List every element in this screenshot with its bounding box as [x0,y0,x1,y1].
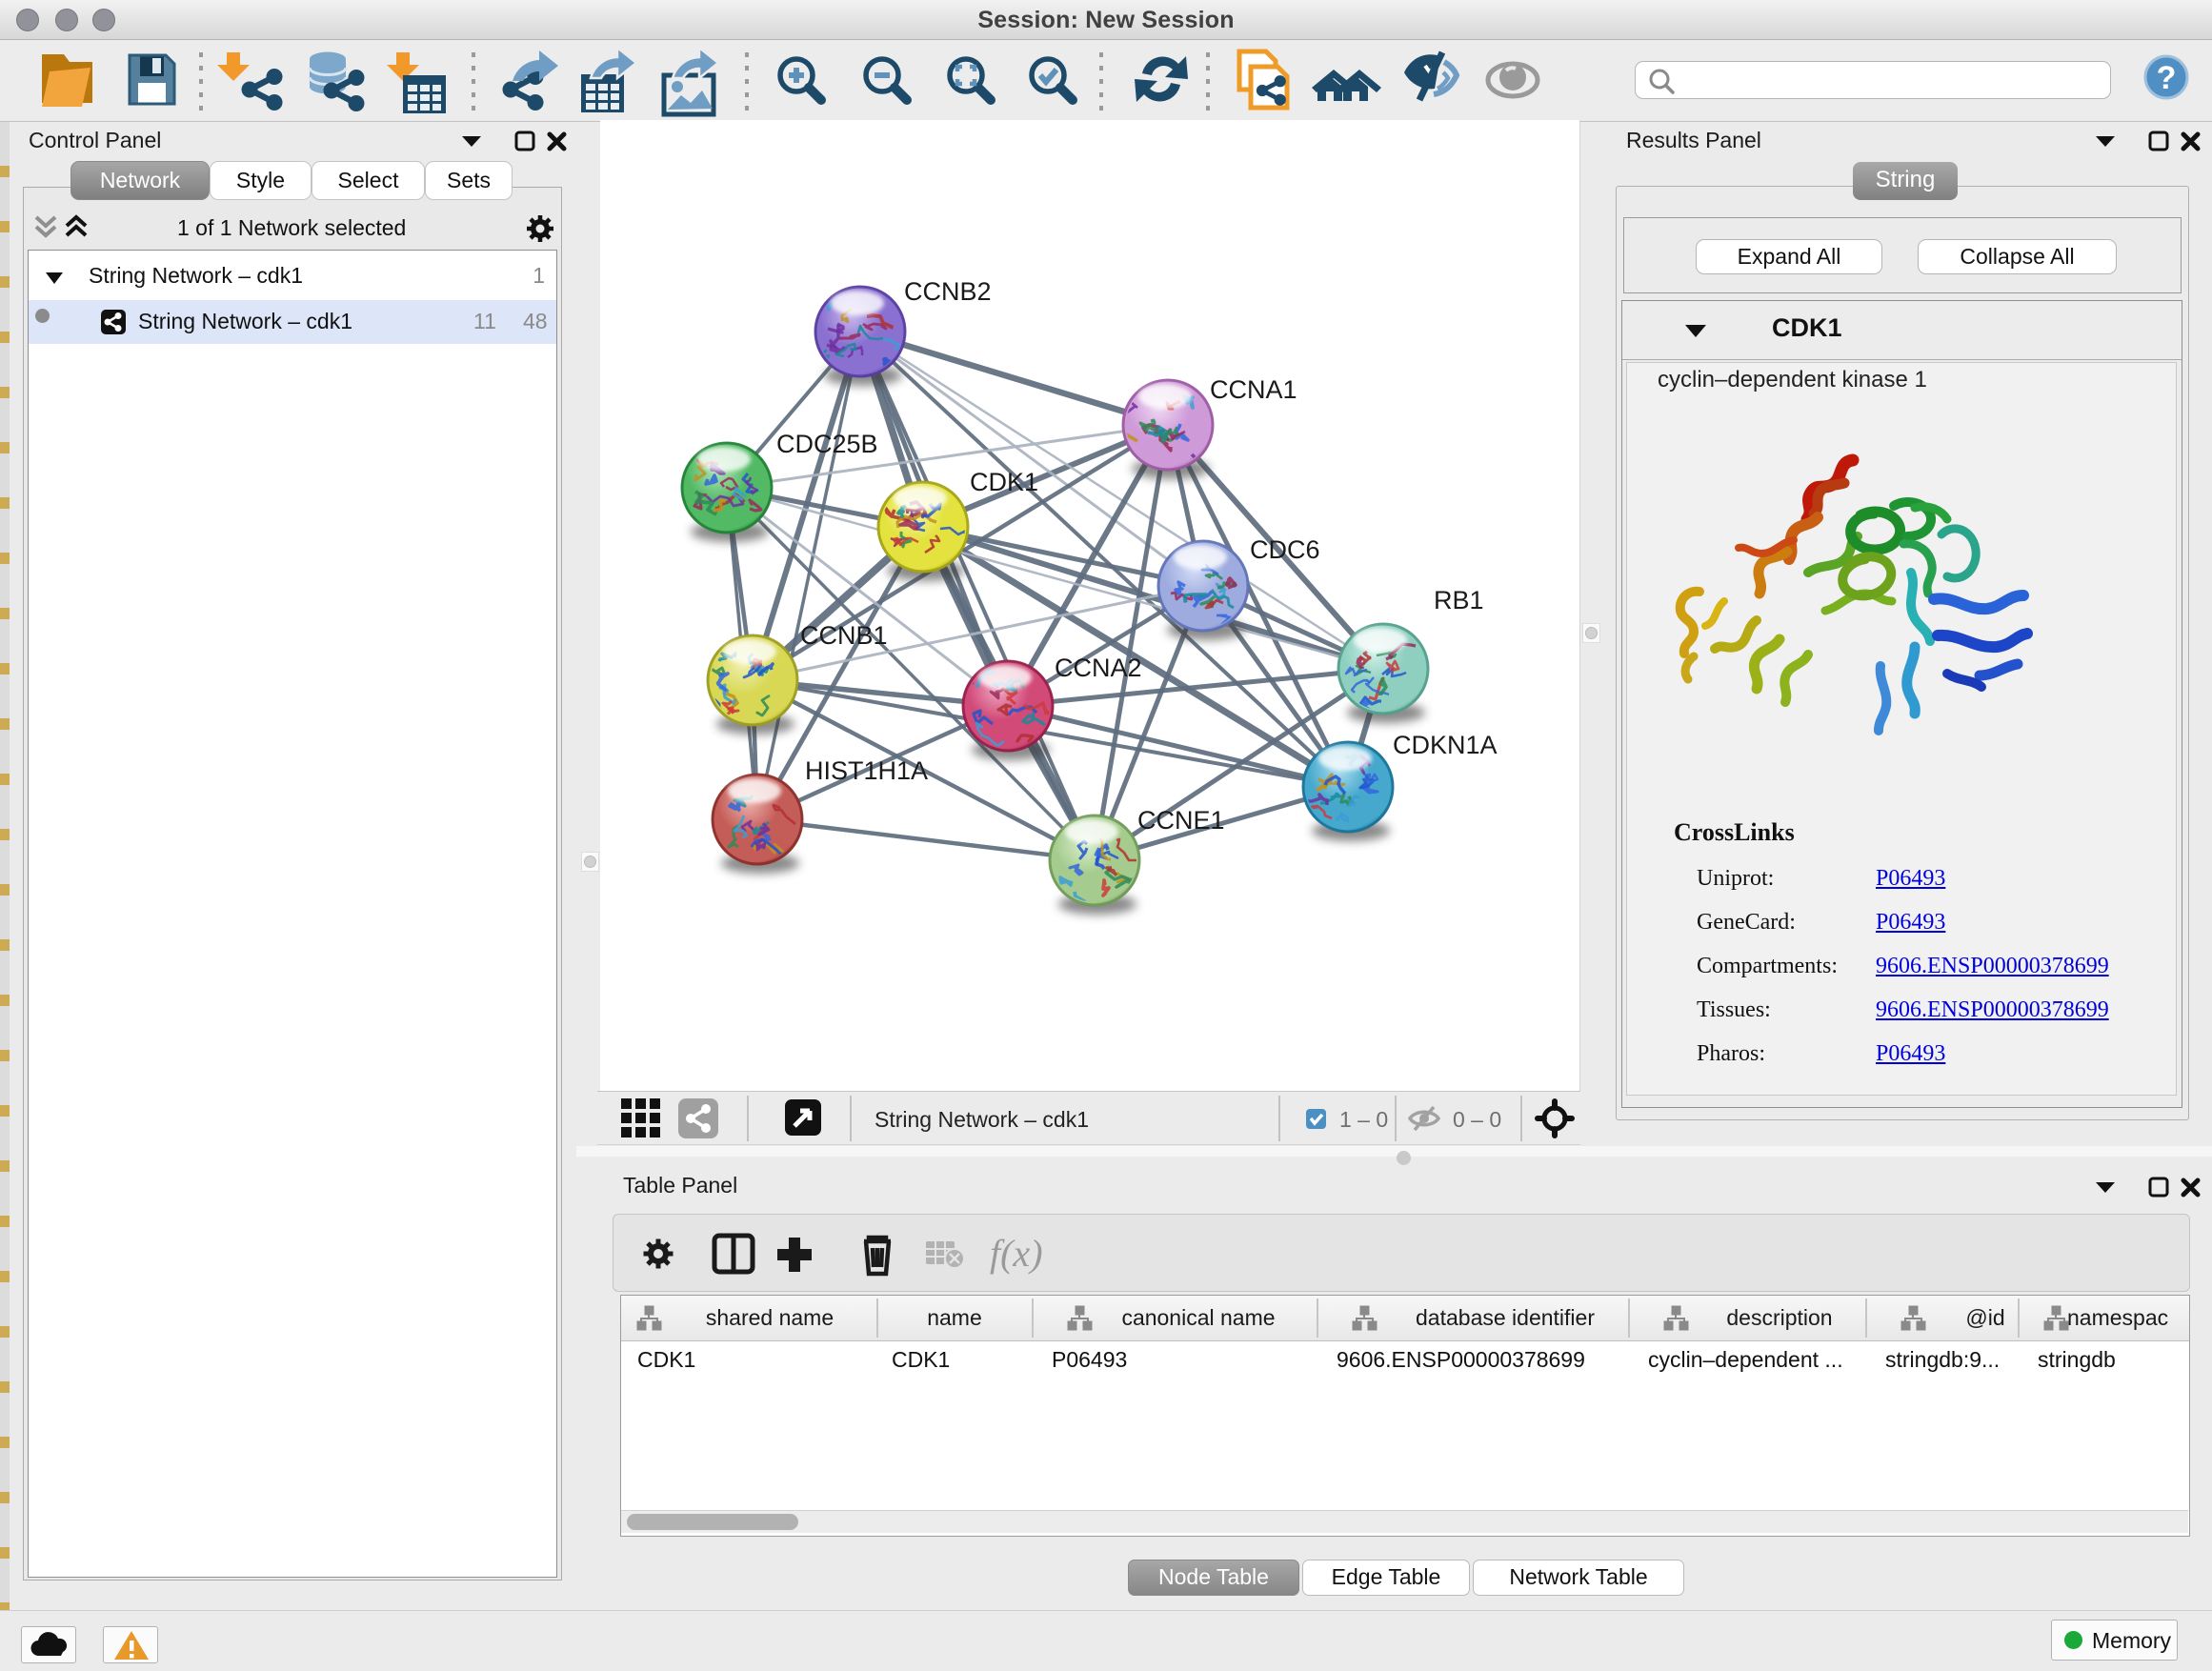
svg-text:CCNB1: CCNB1 [800,621,888,650]
svg-text:name: name [927,1305,982,1330]
svg-text:CCNA2: CCNA2 [1055,654,1142,682]
svg-text:CCNA1: CCNA1 [1210,375,1297,404]
svg-text:f(x): f(x) [990,1232,1043,1275]
svg-text:CDC25B: CDC25B [776,430,878,458]
svg-text:RB1: RB1 [1434,586,1484,614]
svg-text:?: ? [2157,60,2177,96]
svg-text:CDKN1A: CDKN1A [1393,731,1498,759]
svg-text:0 – 0: 0 – 0 [1453,1107,1501,1132]
svg-text:description: description [1726,1305,1832,1330]
svg-text:namespac: namespac [2067,1305,2168,1330]
svg-text:CCNE1: CCNE1 [1137,806,1225,835]
svg-text:HIST1H1A: HIST1H1A [805,756,928,785]
svg-text:CDK1: CDK1 [970,468,1038,496]
svg-text:canonical name: canonical name [1121,1305,1275,1330]
svg-text:1 – 0: 1 – 0 [1339,1107,1388,1132]
svg-text:@id: @id [1965,1305,2004,1330]
svg-text:CDC6: CDC6 [1250,535,1320,564]
svg-text:CCNB2: CCNB2 [904,277,992,306]
svg-text:shared name: shared name [706,1305,834,1330]
svg-text:database identifier: database identifier [1416,1305,1595,1330]
svg-text:String Network – cdk1: String Network – cdk1 [875,1107,1089,1132]
